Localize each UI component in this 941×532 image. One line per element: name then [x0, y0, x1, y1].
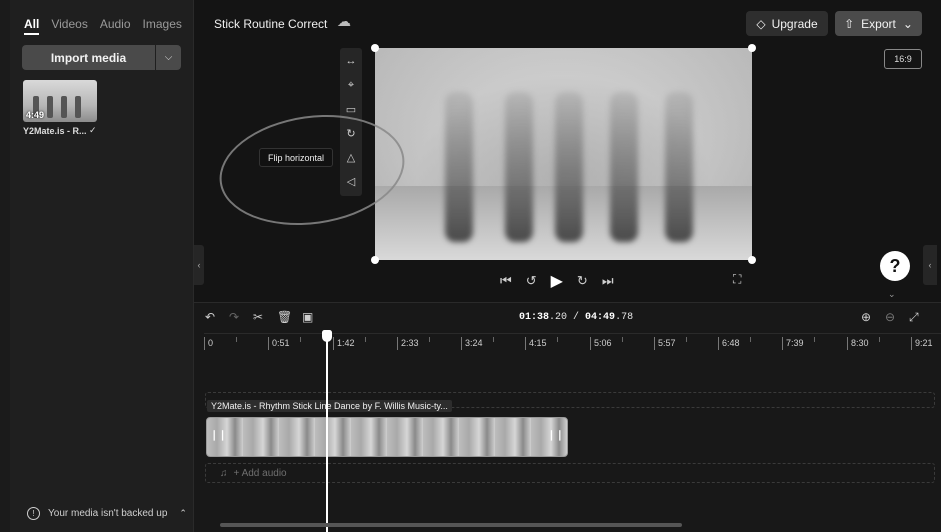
- ruler-tick: 4:15: [525, 337, 547, 350]
- forward-5-icon[interactable]: ↻: [577, 273, 588, 289]
- playhead-handle[interactable]: [322, 330, 332, 342]
- zoom-out-icon[interactable]: ⊖: [885, 310, 895, 324]
- left-rail: [0, 0, 10, 532]
- upload-icon: ⇧: [844, 16, 855, 31]
- clip-label: Y2Mate.is - Rhythm Stick Line Dance by F…: [207, 400, 452, 412]
- ruler-tick: 7:39: [782, 337, 804, 350]
- timeline-toolbar: ↶ ↷ ✂ 🗑 ▣ 01:38.20 / 04:49.78 ⊕ ⊖ ⤢: [194, 303, 941, 333]
- playhead[interactable]: [326, 331, 328, 532]
- cloud-off-icon[interactable]: ☁: [337, 13, 351, 30]
- time-ruler[interactable]: 0 0:51 1:42 2:33 3:24 4:15 5:06 5:57 6:4…: [204, 333, 941, 353]
- diamond-icon: ◇: [756, 16, 766, 31]
- aspect-ratio-button[interactable]: 16:9: [884, 49, 922, 69]
- resize-handle-bottom-right[interactable]: [748, 256, 756, 264]
- audio-track[interactable]: ♫ + Add audio: [205, 463, 935, 483]
- tooltip: Flip horizontal: [259, 148, 333, 167]
- video-preview[interactable]: [375, 48, 752, 260]
- upgrade-label: Upgrade: [771, 16, 818, 31]
- ruler-tick: 6:48: [718, 337, 740, 350]
- import-media-group: Import media ⌵: [22, 45, 181, 70]
- timecode: 01:38.20 / 04:49.78: [519, 312, 634, 323]
- ruler-tick: 5:57: [654, 337, 676, 350]
- music-note-icon: ♫: [220, 467, 228, 479]
- upgrade-button[interactable]: ◇ Upgrade: [746, 11, 828, 36]
- export-label: Export: [861, 16, 896, 31]
- collapse-left-handle[interactable]: ‹: [194, 245, 204, 285]
- fullscreen-icon[interactable]: ⛶: [733, 272, 741, 287]
- ruler-tick: 9:21: [911, 337, 933, 350]
- ruler-tick: 0:51: [268, 337, 290, 350]
- crop-icon[interactable]: ⌖: [343, 77, 359, 93]
- media-panel: All Videos Audio Images Import media ⌵ 4…: [10, 0, 194, 532]
- clip-right-handle[interactable]: ❘❘: [547, 430, 564, 441]
- export-button[interactable]: ⇧ Export ⌄: [835, 11, 922, 36]
- tab-videos[interactable]: Videos: [51, 17, 87, 35]
- redo-icon[interactable]: ↷: [229, 310, 239, 324]
- scissors-icon[interactable]: ✂: [253, 310, 263, 324]
- thumbnail-label: Y2Mate.is - R...: [23, 126, 87, 136]
- add-audio-label: + Add audio: [233, 467, 287, 479]
- video-clip[interactable]: ❘❘ ❘❘: [206, 417, 568, 457]
- ruler-tick: 0: [204, 337, 213, 350]
- ruler-tick: 1:42: [333, 337, 355, 350]
- collapse-right-handle[interactable]: ‹: [923, 245, 937, 285]
- fit-timeline-icon[interactable]: ⤢: [909, 310, 919, 325]
- clip-left-handle[interactable]: ❘❘: [210, 430, 227, 441]
- import-media-button[interactable]: Import media: [22, 45, 155, 70]
- ruler-tick: 8:30: [847, 337, 869, 350]
- skip-back-icon[interactable]: ⏮: [500, 273, 512, 289]
- help-button[interactable]: ?: [880, 251, 910, 281]
- pip-icon[interactable]: ▭: [343, 101, 359, 117]
- check-icon: ✓: [89, 125, 97, 135]
- backup-status[interactable]: ! Your media isn't backed up ⌃: [27, 507, 187, 520]
- ruler-tick: 2:33: [397, 337, 419, 350]
- project-title[interactable]: Stick Routine Correct: [214, 17, 327, 31]
- rewind-5-icon[interactable]: ↺: [526, 273, 537, 289]
- tab-images[interactable]: Images: [143, 17, 182, 35]
- chevron-down-icon: ⌄: [902, 16, 913, 31]
- app-window: All Videos Audio Images Import media ⌵ 4…: [0, 0, 941, 532]
- resize-handle-top-right[interactable]: [748, 44, 756, 52]
- skip-forward-icon[interactable]: ⏭: [602, 273, 614, 289]
- tab-all[interactable]: All: [24, 17, 40, 35]
- play-icon[interactable]: ▶: [551, 271, 563, 291]
- resize-handle-top-left[interactable]: [371, 44, 379, 52]
- chevron-down-icon: ⌵: [164, 52, 173, 63]
- import-dropdown-button[interactable]: ⌵: [156, 45, 181, 70]
- media-thumbnail[interactable]: 4:49: [23, 80, 97, 122]
- tab-audio[interactable]: Audio: [100, 17, 131, 35]
- thumbnail-duration: 4:49: [26, 110, 45, 120]
- chevron-up-icon: ⌃: [179, 508, 187, 518]
- undo-icon[interactable]: ↶: [205, 310, 215, 324]
- resize-handle-bottom-left[interactable]: [371, 256, 379, 264]
- zoom-in-icon[interactable]: ⊕: [861, 310, 871, 324]
- ruler-tick: 3:24: [461, 337, 483, 350]
- info-icon: !: [27, 507, 40, 520]
- timeline: ↶ ↷ ✂ 🗑 ▣ 01:38.20 / 04:49.78 ⊕ ⊖ ⤢ 0 0:…: [194, 302, 941, 532]
- chevron-down-icon[interactable]: ⌄: [888, 289, 896, 300]
- playback-controls: ⏮ ↺ ▶ ↻ ⏭: [500, 271, 614, 291]
- trash-icon[interactable]: 🗑: [277, 310, 292, 324]
- media-tabs: All Videos Audio Images: [24, 17, 182, 35]
- ruler-tick: 5:06: [590, 337, 612, 350]
- horizontal-scrollbar[interactable]: [220, 523, 682, 527]
- backup-text: Your media isn't backed up: [48, 508, 168, 519]
- fit-icon[interactable]: ↔: [343, 53, 359, 69]
- add-media-icon[interactable]: ▣: [302, 310, 313, 324]
